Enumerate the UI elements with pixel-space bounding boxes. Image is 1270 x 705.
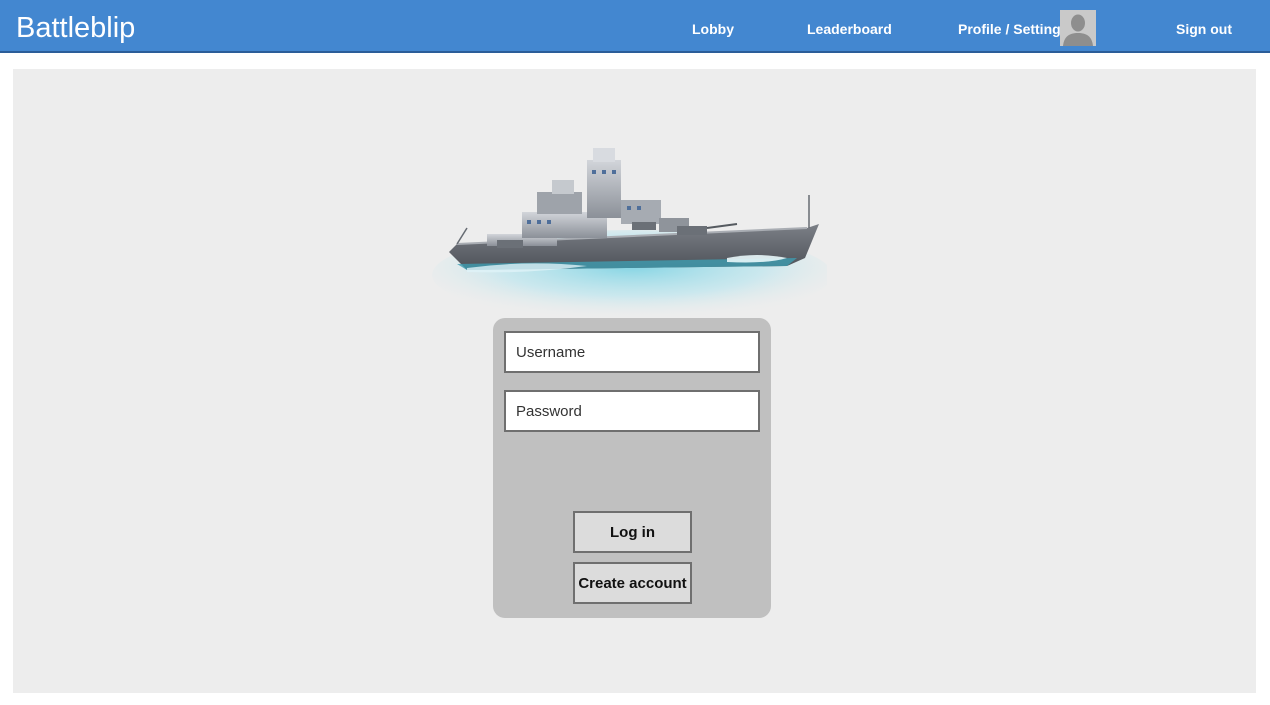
nav-profile-settings-link[interactable]: Profile / Settings	[958, 21, 1068, 38]
create-account-button[interactable]: Create account	[573, 562, 692, 604]
login-button[interactable]: Log in	[573, 511, 692, 553]
battleship-hero-image	[427, 140, 832, 320]
battleship-image	[432, 148, 832, 320]
nav-lobby-link[interactable]: Lobby	[692, 21, 734, 38]
user-silhouette-icon	[1060, 10, 1096, 46]
nav-leaderboard-link[interactable]: Leaderboard	[807, 21, 892, 38]
password-input[interactable]	[504, 390, 760, 432]
username-input[interactable]	[504, 331, 760, 373]
user-avatar-icon[interactable]	[1060, 10, 1096, 46]
top-navbar: Battleblip Lobby Leaderboard Profile / S…	[0, 0, 1270, 53]
brand-logo[interactable]: Battleblip	[16, 11, 135, 45]
nav-signout-link[interactable]: Sign out	[1176, 21, 1232, 38]
